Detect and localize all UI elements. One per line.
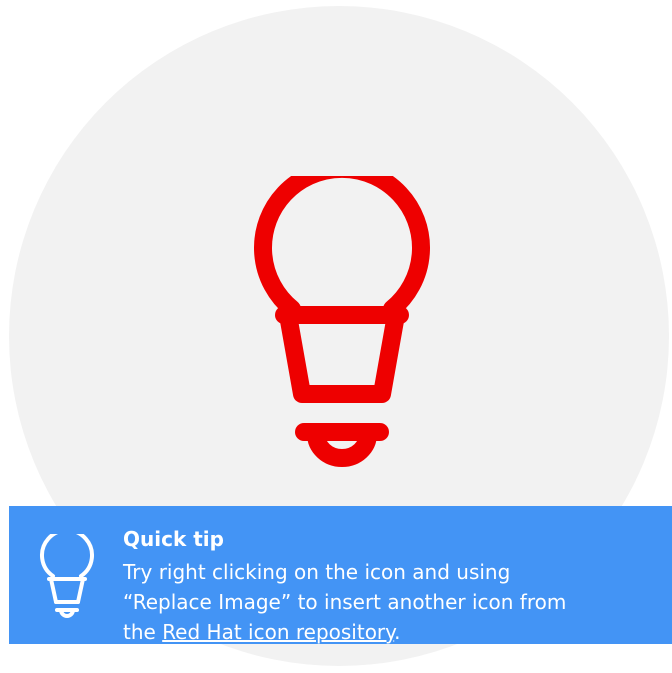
- tip-line-2: “Replace Image” to insert another icon f…: [123, 590, 567, 614]
- tip-line-3-suffix: .: [394, 620, 401, 644]
- lightbulb-icon[interactable]: [246, 176, 438, 476]
- quick-tip-body: Try right clicking on the icon and using…: [123, 557, 663, 647]
- slide-canvas: Quick tip Try right clicking on the icon…: [0, 0, 672, 673]
- red-hat-icon-repository-link[interactable]: Red Hat icon repository: [162, 620, 394, 644]
- quick-tip-panel: Quick tip Try right clicking on the icon…: [9, 506, 672, 644]
- quick-tip-title: Quick tip: [123, 527, 224, 551]
- lightbulb-outline-icon: [40, 534, 94, 618]
- tip-line-3: the Red Hat icon repository.: [123, 617, 663, 647]
- tip-line-1: Try right clicking on the icon and using: [123, 560, 511, 584]
- tip-line-3-prefix: the: [123, 620, 163, 644]
